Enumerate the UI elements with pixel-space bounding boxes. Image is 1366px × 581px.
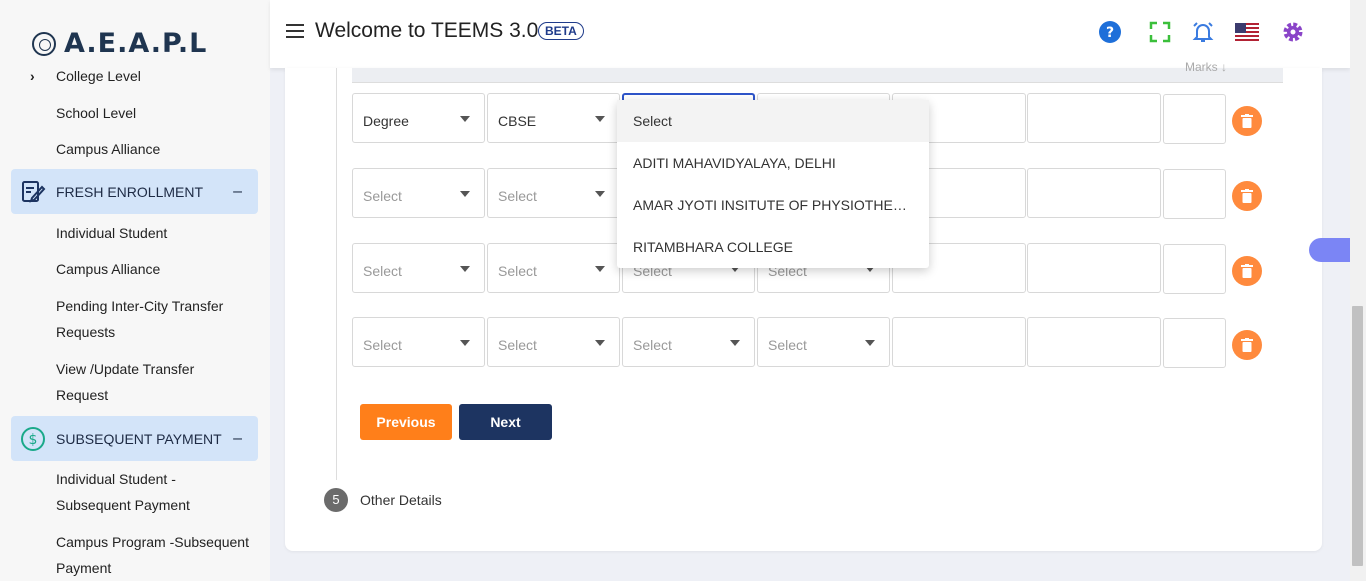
row1-type-select[interactable]: Degree [352,93,485,143]
caret-down-icon [460,266,470,272]
row4-type-select[interactable]: Select [352,317,485,367]
row1-input-6[interactable] [1027,93,1161,143]
caret-down-icon [460,116,470,122]
collapse-toggle[interactable]: – [233,183,242,201]
table-header-partial: Marks ↓ [1185,60,1227,74]
dropdown-option[interactable]: ADITI MAHAVIDYALAYA, DELHI [617,142,929,184]
section-fresh-enrollment[interactable]: FRESH ENROLLMENT – [11,169,258,214]
sidebar-item-pending-transfer[interactable]: Pending Inter-City Transfer Requests [56,293,246,345]
sidebar-item-campus-alliance-2[interactable]: Campus Alliance [56,256,160,282]
row2-board-select[interactable]: Select [487,168,620,218]
edit-form-icon [22,181,46,203]
collapse-toggle[interactable]: – [233,430,242,448]
row1-input-7[interactable] [1163,94,1226,144]
chevron-right-icon[interactable]: › [30,68,35,84]
hamburger-menu-icon[interactable] [286,24,304,38]
caret-down-icon [460,191,470,197]
row3-input-6[interactable] [1027,243,1161,293]
trash-icon [1241,189,1253,203]
dropdown-option[interactable]: RITAMBHARA COLLEGE [617,226,929,268]
delete-row-button[interactable] [1232,181,1262,211]
caret-down-icon [595,340,605,346]
seal-icon [32,31,56,56]
step-number-badge: 5 [324,488,348,512]
row4-input-7[interactable] [1163,318,1226,368]
stepper-line [336,68,337,480]
row4-select-4[interactable]: Select [757,317,890,367]
dollar-circle-icon: $ [21,427,45,451]
step-label[interactable]: Other Details [360,492,442,508]
logo-text: A.E.A.P.L [64,28,208,59]
select-value: Select [498,263,537,279]
sidebar-item-school-level[interactable]: School Level [56,100,136,126]
page-title: Welcome to TEEMS 3.0 [315,19,539,42]
sidebar-item-individual-subsequent[interactable]: Individual Student - Subsequent Payment [56,466,216,518]
select-value: Select [498,188,537,204]
sidebar-item-view-update-transfer[interactable]: View /Update Transfer Request [56,356,231,408]
select-value: CBSE [498,113,537,129]
select-value: Select [633,337,672,353]
row4-board-select[interactable]: Select [487,317,620,367]
select-value: Select [498,337,537,353]
select-value: Select [363,263,402,279]
help-icon[interactable]: ? [1098,20,1122,44]
caret-down-icon [460,340,470,346]
delete-row-button[interactable] [1232,256,1262,286]
select-value: Select [768,337,807,353]
delete-row-button[interactable] [1232,330,1262,360]
row4-input-5[interactable] [892,317,1026,367]
scrollbar-thumb[interactable] [1352,306,1363,566]
previous-button[interactable]: Previous [360,404,452,440]
next-button[interactable]: Next [459,404,552,440]
trash-icon [1241,338,1253,352]
sidebar-item-individual-student[interactable]: Individual Student [56,220,167,246]
logo: A.E.A.P.L [32,28,207,59]
section-subsequent-payment[interactable]: $ SUBSEQUENT PAYMENT – [11,416,258,461]
beta-badge: BETA [538,22,584,40]
dropdown-option[interactable]: AMAR JYOTI INSITUTE OF PHYSIOTHERAPY [617,184,929,226]
sidebar: A.E.A.P.L › College Level School Level C… [0,0,270,581]
trash-icon [1241,264,1253,278]
caret-down-icon [730,340,740,346]
caret-down-icon [595,266,605,272]
svg-text:$: $ [29,432,38,448]
us-flag-icon[interactable] [1235,23,1259,41]
sidebar-item-campus-alliance[interactable]: Campus Alliance [56,136,160,162]
caret-down-icon [595,116,605,122]
caret-down-icon [595,191,605,197]
top-header: Welcome to TEEMS 3.0 BETA ? [270,0,1350,68]
select-value: Select [363,337,402,353]
fullscreen-icon[interactable] [1148,20,1172,44]
row3-type-select[interactable]: Select [352,243,485,293]
select-value: Degree [363,113,409,129]
section-label: SUBSEQUENT PAYMENT [56,430,222,447]
row2-input-6[interactable] [1027,168,1161,218]
row3-input-7[interactable] [1163,244,1226,294]
select-value: Select [363,188,402,204]
caret-down-icon [865,340,875,346]
trash-icon [1241,114,1253,128]
row3-board-select[interactable]: Select [487,243,620,293]
sidebar-item-campus-subsequent[interactable]: Campus Program -Subsequent Payment [56,529,256,581]
row2-input-7[interactable] [1163,169,1226,219]
row2-type-select[interactable]: Select [352,168,485,218]
college-dropdown-menu: Select ADITI MAHAVIDYALAYA, DELHI AMAR J… [617,100,929,268]
section-label: FRESH ENROLLMENT [56,183,204,200]
row4-input-6[interactable] [1027,317,1161,367]
settings-gear-icon[interactable] [1281,20,1305,44]
notification-bell-icon[interactable] [1191,20,1215,44]
svg-text:?: ? [1106,25,1114,41]
table-header: Marks ↓ [352,60,1283,83]
sidebar-item-college-level[interactable]: College Level [56,63,141,89]
row4-college-select[interactable]: Select [622,317,755,367]
delete-row-button[interactable] [1232,106,1262,136]
side-panel-tab[interactable] [1309,238,1350,262]
dropdown-option-select[interactable]: Select [617,100,929,142]
row1-board-select[interactable]: CBSE [487,93,620,143]
